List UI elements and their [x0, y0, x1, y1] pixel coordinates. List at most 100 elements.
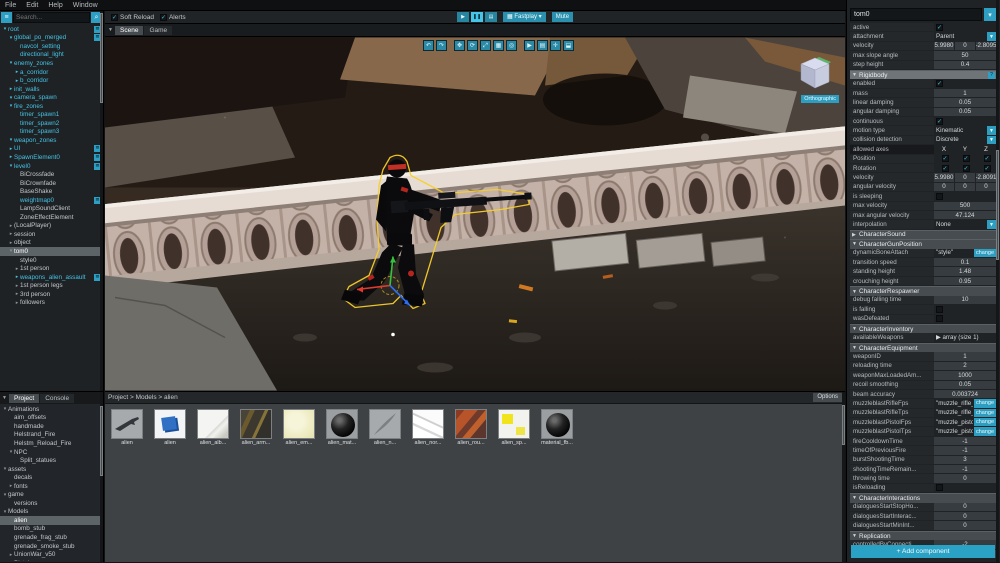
section-replication[interactable]: ▼Replication — [850, 531, 996, 541]
tree-item-handmade[interactable]: handmade — [0, 422, 103, 431]
value-field[interactable]: 0.05 — [934, 98, 996, 106]
chevron-down-icon[interactable]: ▼ — [987, 136, 996, 144]
value-field[interactable]: 3 — [934, 456, 996, 464]
fastplay-button[interactable]: ▦ Fastplay ▾ — [503, 12, 546, 22]
tree-item-zoneeffectelement[interactable]: ZoneEffectElement — [0, 213, 103, 222]
undo-icon[interactable]: ↶ — [423, 40, 434, 51]
tree-item-init-walls[interactable]: ▸init_walls — [0, 85, 103, 94]
tree-item-lampsoundclient[interactable]: LampSoundClient — [0, 204, 103, 213]
value-field[interactable]: 1000 — [934, 371, 996, 379]
move-tool-icon[interactable]: ✥ — [454, 40, 465, 51]
tree-item-models[interactable]: ▾Models — [0, 508, 103, 517]
tree-item-1st-person-legs[interactable]: ▸1st person legs — [0, 281, 103, 290]
value-field[interactable]: 50 — [934, 51, 996, 59]
tree-item-baseshake[interactable]: BaseShake — [0, 187, 103, 196]
pivot-toggle-icon[interactable]: ◎ — [506, 40, 517, 51]
tree-item-timer-spawn3[interactable]: timer_spawn3 — [0, 128, 103, 137]
vec-field-x[interactable]: 5.9980 — [934, 42, 954, 50]
tree-item-helstm-reload-fire[interactable]: Helstm_Reload_Fire — [0, 439, 103, 448]
play-button[interactable]: ▶ — [457, 12, 469, 22]
rotate-tool-icon[interactable]: ⟳ — [467, 40, 478, 51]
change-button[interactable]: change — [974, 418, 996, 426]
value-field[interactable]: 47.124 — [934, 211, 996, 219]
checkbox-icon[interactable]: ✓ — [963, 155, 970, 162]
section-characterequipment[interactable]: ▼CharacterEquipment — [850, 343, 996, 353]
menu-window[interactable]: Window — [73, 2, 98, 9]
value-field[interactable]: 0.05 — [934, 381, 996, 389]
tree-item-aim-offsets[interactable]: aim_offsets — [0, 414, 103, 423]
checkbox-icon[interactable]: ✓ — [984, 165, 991, 172]
tree-item-unionwar-v50[interactable]: ▸UnionWar_v50 — [0, 550, 103, 559]
asset-item-alien-nor[interactable]: alien_nor... — [410, 409, 446, 446]
grid-toggle-icon[interactable]: ▤ — [537, 40, 548, 51]
section-badge-icon[interactable]: ? — [988, 72, 995, 79]
add-component-button[interactable]: + Add component — [851, 545, 995, 558]
dropdown-value[interactable]: Kinematic — [934, 126, 986, 134]
tree-item-tom0[interactable]: ▾tom0 — [0, 247, 103, 256]
value-field[interactable]: 2 — [934, 362, 996, 370]
vec-field-z[interactable]: 0 — [976, 183, 996, 191]
snap-toggle-icon[interactable]: ▦ — [493, 40, 504, 51]
menu-help[interactable]: Help — [48, 2, 62, 9]
value-field[interactable]: 0.003724 — [934, 390, 996, 398]
tree-item-1st-person[interactable]: ▸1st person — [0, 264, 103, 273]
chevron-down-icon[interactable]: ▼ — [987, 126, 996, 134]
checkbox-icon[interactable] — [936, 306, 943, 313]
filter-icon[interactable]: ≡ — [1, 12, 12, 23]
value-field[interactable]: 500 — [934, 202, 996, 210]
value-field[interactable]: 0.4 — [934, 61, 996, 69]
tree-item-camera-spawn[interactable]: ▾camera_spawn — [0, 93, 103, 102]
value-field[interactable]: 1 — [934, 352, 996, 360]
asset-item-alien-n[interactable]: alien_n... — [367, 409, 403, 446]
tab-project[interactable]: Project — [9, 394, 39, 403]
tree-item-bomb-stub[interactable]: bomb_stub — [0, 525, 103, 534]
change-button[interactable]: change — [974, 249, 996, 257]
project-scrollbar[interactable] — [100, 392, 103, 562]
checkbox-icon[interactable] — [936, 193, 943, 200]
tree-item-root[interactable]: ▾root≣ — [0, 25, 103, 34]
value-field[interactable]: 0 — [934, 474, 996, 482]
tree-item-timer-spawn1[interactable]: timer_spawn1 — [0, 110, 103, 119]
vec-field-y[interactable]: 0 — [955, 183, 975, 191]
tree-item-object[interactable]: ▸object — [0, 239, 103, 248]
asset-item-alien-mat[interactable]: alien_mat... — [324, 409, 360, 446]
chevron-down-icon[interactable]: ▼ — [987, 32, 996, 40]
tree-item-weapons-alien-assault[interactable]: ▸weapons_alien_assault≣ — [0, 273, 103, 282]
value-field[interactable]: 1 — [934, 89, 996, 97]
tree-item-style0[interactable]: style0 — [0, 256, 103, 265]
camera-icon[interactable]: ▶ — [524, 40, 535, 51]
dropdown-value[interactable]: None — [934, 220, 986, 228]
chevron-down-icon[interactable]: ▼ — [987, 220, 996, 228]
checkbox-icon[interactable] — [936, 484, 943, 491]
value-field[interactable]: 0 — [934, 512, 996, 520]
tree-item-spawnelement0[interactable]: ▸SpawnElement0≣ — [0, 153, 103, 162]
projection-mode-button[interactable]: Orthographic — [801, 95, 839, 103]
tab-game[interactable]: Game — [144, 26, 172, 35]
asset-item-alien-arm[interactable]: alien_arm... — [238, 409, 274, 446]
value-field[interactable]: -1 — [934, 446, 996, 454]
value-field[interactable]: 1.48 — [934, 267, 996, 275]
tree-item-weightmap0[interactable]: weightmap0≣ — [0, 196, 103, 205]
value-field[interactable]: 10 — [934, 296, 996, 304]
entity-options-icon[interactable]: ▾ — [984, 8, 996, 21]
tree-item-alien[interactable]: alien — [0, 516, 103, 525]
tree-item-enemy-zones[interactable]: ▾enemy_zones — [0, 59, 103, 68]
section-charactersound[interactable]: ▶CharacterSound — [850, 230, 996, 240]
tree-item-weapon-zones[interactable]: ▾weapon_zones — [0, 136, 103, 145]
tree-item-fonts[interactable]: ▸fonts — [0, 482, 103, 491]
change-button[interactable]: change — [974, 399, 996, 407]
gizmo-toggle-icon[interactable]: ✛ — [550, 40, 561, 51]
section-characterinventory[interactable]: ▼CharacterInventory — [850, 324, 996, 334]
vec-field-y[interactable]: 0 — [955, 42, 975, 50]
tree-item-npc[interactable]: ▾NPC — [0, 448, 103, 457]
tree-item-split-statues[interactable]: Split_statues — [0, 456, 103, 465]
section-characterinteractions[interactable]: ▼CharacterInteractions — [850, 493, 996, 503]
tree-item-global-po-merged[interactable]: ▾global_po_merged≣ — [0, 34, 103, 43]
screenshot-icon[interactable]: ⬓ — [563, 40, 574, 51]
checkbox-icon[interactable]: ✓ — [942, 165, 949, 172]
alerts-checkbox[interactable]: ✓ Alerts — [160, 14, 186, 21]
asset-item-alien-rou[interactable]: alien_rou... — [453, 409, 489, 446]
pause-button[interactable]: ❚❚ — [471, 12, 483, 22]
tree-item-bicrossfade[interactable]: BiCrossfade — [0, 170, 103, 179]
soft-reload-checkbox[interactable]: ✓ Soft Reload — [111, 14, 154, 21]
